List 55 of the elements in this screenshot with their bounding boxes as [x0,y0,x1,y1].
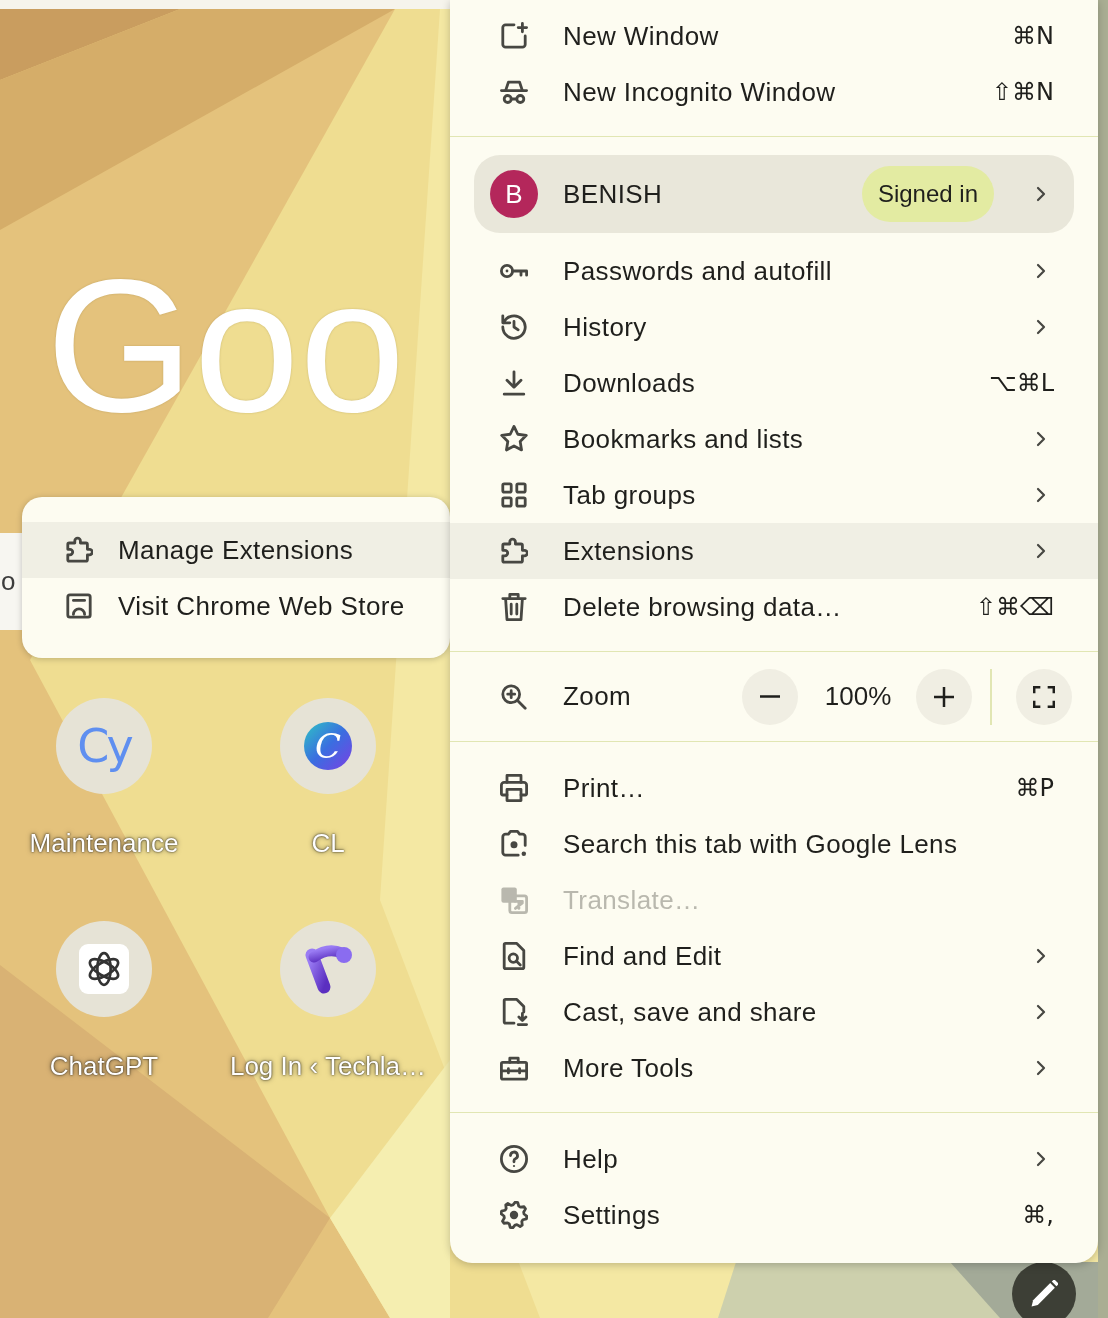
search-field[interactable]: o [0,533,22,630]
menu-item[interactable]: Settings ⌘, [450,1187,1098,1243]
gear-icon [500,1201,528,1229]
new-window-icon [500,22,528,50]
shortcut-link[interactable]: C CL [224,698,432,858]
menu-item[interactable]: Search this tab with Google Lens [450,816,1098,872]
incognito-icon [500,78,528,106]
zoom-in-icon [500,682,528,711]
keyboard-shortcut: ⇧⌘⌫ [975,593,1054,621]
menu-item[interactable]: Manage Extensions [22,522,450,578]
translate-icon [500,886,528,914]
menu-item[interactable]: Delete browsing data… ⇧⌘⌫ [450,579,1098,635]
puzzle-icon [500,537,528,565]
keyboard-shortcut: ⌘N [1012,22,1054,50]
profile-button[interactable]: B BENISH Signed in [474,155,1074,233]
keyboard-shortcut: ⌘P [1015,774,1054,802]
help-icon [500,1145,528,1173]
printer-icon [500,774,528,802]
zoom-label: Zoom [563,681,632,712]
menu-item[interactable]: Cast, save and share [450,984,1098,1040]
file-download-icon [500,998,528,1026]
store-icon [65,592,93,620]
menu-item[interactable]: Tab groups [450,467,1098,523]
trash-icon [500,593,528,621]
menu-item[interactable]: History [450,299,1098,355]
puzzle-icon [65,536,93,564]
history-icon [500,313,528,341]
status-badge: Signed in [861,166,994,222]
find-in-page-icon [500,942,528,970]
menu-item[interactable]: Passwords and autofill [450,243,1098,299]
menu-item[interactable]: More Tools [450,1040,1098,1096]
zoom-level-text: 100% [824,681,892,712]
menu-item[interactable]: Find and Edit [450,928,1098,984]
menu-item[interactable]: Visit Chrome Web Store [22,578,450,634]
keyboard-shortcut: ⇧⌘N [991,78,1054,106]
grid-icon [500,481,528,509]
lens-icon [500,830,528,858]
minus-icon [760,695,780,698]
toolbox-icon [500,1054,528,1082]
keyboard-shortcut: ⌘, [1022,1201,1054,1229]
avatar: B [490,170,538,218]
logo-text: Goo [46,250,406,440]
download-icon [500,369,528,397]
menu-item[interactable]: New Window ⌘N [450,8,1098,64]
menu-item[interactable]: Extensions [450,523,1098,579]
menu-item[interactable]: Print… ⌘P [450,760,1098,816]
keyboard-shortcut: ⌥⌘L [988,369,1054,397]
menu-item[interactable]: Bookmarks and lists [450,411,1098,467]
fullscreen-icon [1033,685,1055,708]
plus-icon [934,686,954,707]
menu-item[interactable]: Help [450,1131,1098,1187]
menu-item[interactable]: New Incognito Window ⇧⌘N [450,64,1098,120]
menu-item[interactable]: Downloads ⌥⌘L [450,355,1098,411]
pencil-icon [1030,1280,1058,1308]
star-icon [500,425,528,453]
